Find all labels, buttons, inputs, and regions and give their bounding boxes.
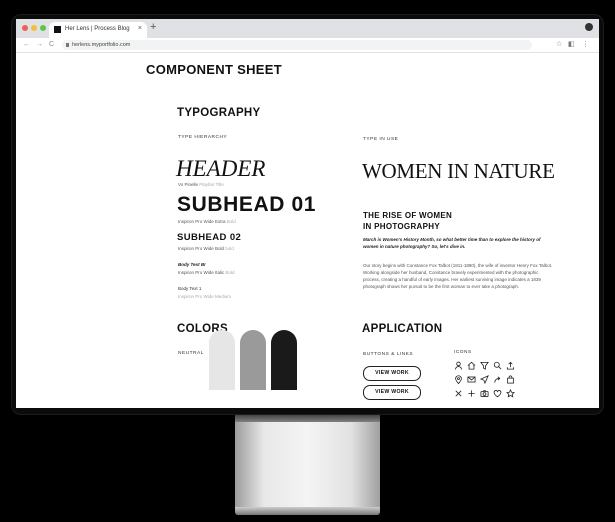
neutral-swatch-mid — [240, 330, 266, 390]
page-content: COMPONENT SHEET TYPOGRAPHY TYPE HIERARCH… — [16, 53, 599, 408]
icons-label: ICONS — [454, 350, 472, 355]
window-minimize-dot[interactable] — [31, 25, 37, 31]
in-use-subhead-line1: THE RISE OF WOMEN — [363, 211, 453, 220]
application-heading: APPLICATION — [362, 323, 443, 335]
plus-icon — [467, 389, 476, 398]
buttons-links-label: BUTTONS & LINKS — [363, 352, 414, 357]
extension-icon[interactable]: ◧ — [568, 41, 575, 48]
body-label: Body Text 1 — [178, 286, 202, 291]
new-tab-button[interactable]: + — [150, 22, 156, 33]
search-icon — [493, 361, 502, 370]
user-icon — [454, 361, 463, 370]
typography-heading: TYPOGRAPHY — [177, 107, 261, 119]
subhead02-sample: SUBHEAD 02 — [177, 232, 242, 243]
subhead02-caption: Inspiron Pro Wide Bold bold — [178, 246, 234, 251]
menu-icon[interactable]: ⋮ — [582, 41, 589, 48]
mail-icon — [467, 375, 476, 384]
tab-bar: Her Lens | Process Blog × + — [16, 19, 599, 38]
in-use-header: WOMEN IN NATURE — [362, 159, 555, 183]
forward-button[interactable]: → — [36, 40, 43, 49]
star-icon — [506, 389, 515, 398]
tab-title: Her Lens | Process Blog — [65, 26, 130, 32]
body-caption: Inspiron Pro Wide Medium — [178, 294, 232, 299]
bodybi-label: Body Text BI — [178, 262, 206, 267]
window-close-dot[interactable] — [22, 25, 28, 31]
home-icon — [467, 361, 476, 370]
type-in-use-label: TYPE IN USE — [363, 137, 399, 142]
bag-icon — [506, 375, 515, 384]
lock-icon — [66, 43, 69, 47]
view-work-button-1[interactable]: VIEW WORK — [363, 366, 421, 381]
url-text: herlens.myportfolio.com — [72, 42, 131, 48]
url-field[interactable]: herlens.myportfolio.com — [62, 40, 532, 50]
filter-icon — [480, 361, 489, 370]
tab-close-icon[interactable]: × — [138, 25, 142, 32]
neutral-label: NEUTRAL — [178, 351, 204, 356]
subhead01-sample: SUBHEAD 01 — [177, 193, 317, 216]
header-sample: HEADER — [176, 156, 266, 181]
in-use-subhead-line2: IN PHOTOGRAPHY — [363, 222, 440, 231]
neutral-swatch-dark — [271, 330, 297, 390]
monitor-stand-base — [235, 507, 380, 515]
page-title: COMPONENT SHEET — [146, 62, 282, 77]
address-bar-row: ← → C herlens.myportfolio.com ☆ ◧ ⋮ — [16, 38, 599, 53]
view-work-button-2[interactable]: VIEW WORK — [363, 385, 421, 400]
monitor-stand — [235, 422, 380, 508]
browser-window: Her Lens | Process Blog × + ← → C herlen… — [16, 19, 599, 408]
back-button[interactable]: ← — [23, 40, 30, 49]
in-use-body-text: Our story begins with Constance Fox Talb… — [363, 263, 553, 289]
type-hierarchy-label: TYPE HIERARCHY — [178, 135, 228, 140]
favicon-icon — [54, 26, 61, 33]
header-caption: Vs Pinelle Playfair Title — [178, 182, 224, 187]
close-icon — [454, 389, 463, 398]
camera-icon — [480, 389, 489, 398]
share-icon — [493, 375, 502, 384]
star-bookmark-icon[interactable]: ☆ — [556, 41, 563, 48]
bodybi-caption: Inspiron Pro Wide Italic Bold — [178, 270, 235, 275]
in-use-italic-text: March is Women's History Month, so what … — [363, 237, 541, 249]
reload-button[interactable]: C — [49, 40, 54, 49]
send-icon — [480, 375, 489, 384]
window-zoom-dot[interactable] — [40, 25, 46, 31]
browser-tab[interactable]: Her Lens | Process Blog × — [49, 22, 147, 38]
profile-icon[interactable] — [585, 23, 593, 31]
location-pin-icon — [454, 375, 463, 384]
upload-icon — [506, 361, 515, 370]
subhead01-caption: Inspiron Pro Wide Extra Bold — [178, 219, 236, 224]
heart-icon — [493, 389, 502, 398]
neutral-swatch-light — [209, 330, 235, 390]
